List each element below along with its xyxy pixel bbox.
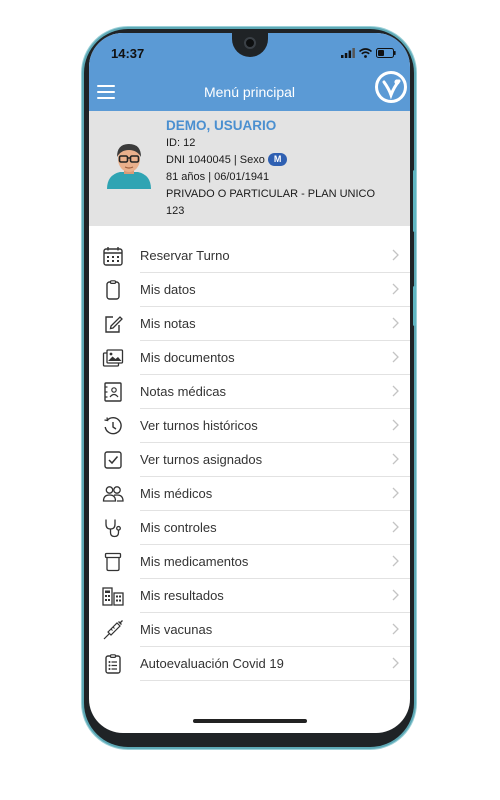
chevron-right-icon bbox=[392, 521, 399, 533]
stethoscope-icon bbox=[105, 519, 121, 538]
chevron-right-icon bbox=[392, 487, 399, 499]
patient-plan: PRIVADO O PARTICULAR - PLAN UNICO bbox=[166, 188, 376, 200]
chevron-right-icon bbox=[392, 283, 399, 295]
menu-item-ver-turnos-asignados[interactable]: Ver turnos asignados bbox=[89, 443, 410, 477]
medical-notes-icon bbox=[104, 382, 122, 402]
calendar-icon bbox=[103, 247, 123, 266]
menu-item-label: Mis médicos bbox=[140, 486, 213, 501]
page-title: Menú principal bbox=[203, 84, 296, 100]
menu-item-label: Mis datos bbox=[140, 282, 196, 297]
menu-item-mis-resultados[interactable]: Mis resultados bbox=[89, 579, 410, 613]
menu-item-label: Mis notas bbox=[140, 316, 196, 331]
status-bar: 14:37 bbox=[89, 33, 410, 77]
patient-plan-number: 123 bbox=[166, 205, 185, 217]
menu-item-label: Mis resultados bbox=[140, 588, 224, 603]
menu-item-mis-documentos[interactable]: Mis documentos bbox=[89, 341, 410, 375]
patient-age-birthdate: 81 años | 06/01/1941 bbox=[166, 171, 270, 183]
avatar bbox=[103, 137, 155, 189]
front-camera bbox=[244, 37, 256, 49]
menu-item-label: Reservar Turno bbox=[140, 248, 230, 263]
app-logo bbox=[375, 71, 407, 103]
chevron-right-icon bbox=[392, 453, 399, 465]
menu-item-ver-turnos-historicos[interactable]: Ver turnos históricos bbox=[89, 409, 410, 443]
menu-item-label: Mis medicamentos bbox=[140, 554, 249, 569]
chevron-right-icon bbox=[392, 351, 399, 363]
menu-item-mis-medicamentos[interactable]: Mis medicamentos bbox=[89, 545, 410, 579]
menu-item-notas-medicas[interactable]: Notas médicas bbox=[89, 375, 410, 409]
patient-id: ID: 12 bbox=[166, 137, 196, 149]
history-icon bbox=[104, 416, 122, 435]
app-bar: Menú principal bbox=[89, 71, 410, 111]
patient-dni: DNI 1040045 | Sexo bbox=[166, 154, 265, 166]
chevron-right-icon bbox=[392, 317, 399, 329]
chevron-right-icon bbox=[392, 249, 399, 261]
sex-badge: M bbox=[267, 153, 288, 166]
syringe-icon bbox=[103, 620, 123, 640]
chevron-right-icon bbox=[392, 623, 399, 635]
profile-card: DEMO, USUARIO ID: 12 DNI 1040045 | Sexo M… bbox=[89, 111, 410, 226]
menu-item-label: Ver turnos históricos bbox=[140, 418, 258, 433]
clipboard-icon bbox=[106, 280, 120, 300]
chevron-right-icon bbox=[392, 419, 399, 431]
results-icon bbox=[102, 587, 124, 606]
checklist-icon bbox=[105, 654, 121, 674]
chevron-right-icon bbox=[392, 589, 399, 601]
menu-item-mis-notas[interactable]: Mis notas bbox=[89, 307, 410, 341]
menu-item-label: Autoevaluación Covid 19 bbox=[140, 656, 284, 671]
menu-item-mis-controles[interactable]: Mis controles bbox=[89, 511, 410, 545]
status-icons bbox=[341, 48, 396, 58]
home-indicator[interactable] bbox=[193, 719, 307, 723]
signal-icon bbox=[341, 48, 355, 58]
menu-item-mis-medicos[interactable]: Mis médicos bbox=[89, 477, 410, 511]
app-screen: 14:37 Menú principal DEMO, USUARIO ID: 1… bbox=[89, 33, 410, 733]
phone-side-button bbox=[413, 170, 416, 232]
menu-item-mis-vacunas[interactable]: Mis vacunas bbox=[89, 613, 410, 647]
main-menu: Reservar Turno Mis datos Mis notas Mis d… bbox=[89, 239, 410, 681]
chevron-right-icon bbox=[392, 555, 399, 567]
image-documents-icon bbox=[102, 349, 124, 367]
phone-volume-button bbox=[413, 286, 416, 326]
menu-item-autoevaluacion-covid[interactable]: Autoevaluación Covid 19 bbox=[89, 647, 410, 681]
chevron-right-icon bbox=[392, 657, 399, 669]
menu-item-label: Mis controles bbox=[140, 520, 217, 535]
menu-item-label: Notas médicas bbox=[140, 384, 226, 399]
people-icon bbox=[102, 486, 124, 502]
checkbox-icon bbox=[104, 451, 122, 469]
menu-item-mis-datos[interactable]: Mis datos bbox=[89, 273, 410, 307]
divider bbox=[140, 680, 410, 681]
menu-item-reservar-turno[interactable]: Reservar Turno bbox=[89, 239, 410, 273]
menu-item-label: Mis documentos bbox=[140, 350, 235, 365]
patient-dni-sex: DNI 1040045 | Sexo M bbox=[166, 152, 375, 169]
medication-icon bbox=[104, 552, 122, 572]
menu-item-label: Mis vacunas bbox=[140, 622, 213, 637]
wifi-icon bbox=[359, 48, 372, 58]
chevron-right-icon bbox=[392, 385, 399, 397]
battery-icon bbox=[376, 48, 396, 58]
menu-item-label: Ver turnos asignados bbox=[140, 452, 263, 467]
patient-name: DEMO, USUARIO bbox=[166, 118, 277, 133]
status-time: 14:37 bbox=[111, 46, 145, 61]
profile-info: DEMO, USUARIO ID: 12 DNI 1040045 | Sexo M… bbox=[166, 117, 375, 220]
edit-note-icon bbox=[105, 316, 123, 333]
